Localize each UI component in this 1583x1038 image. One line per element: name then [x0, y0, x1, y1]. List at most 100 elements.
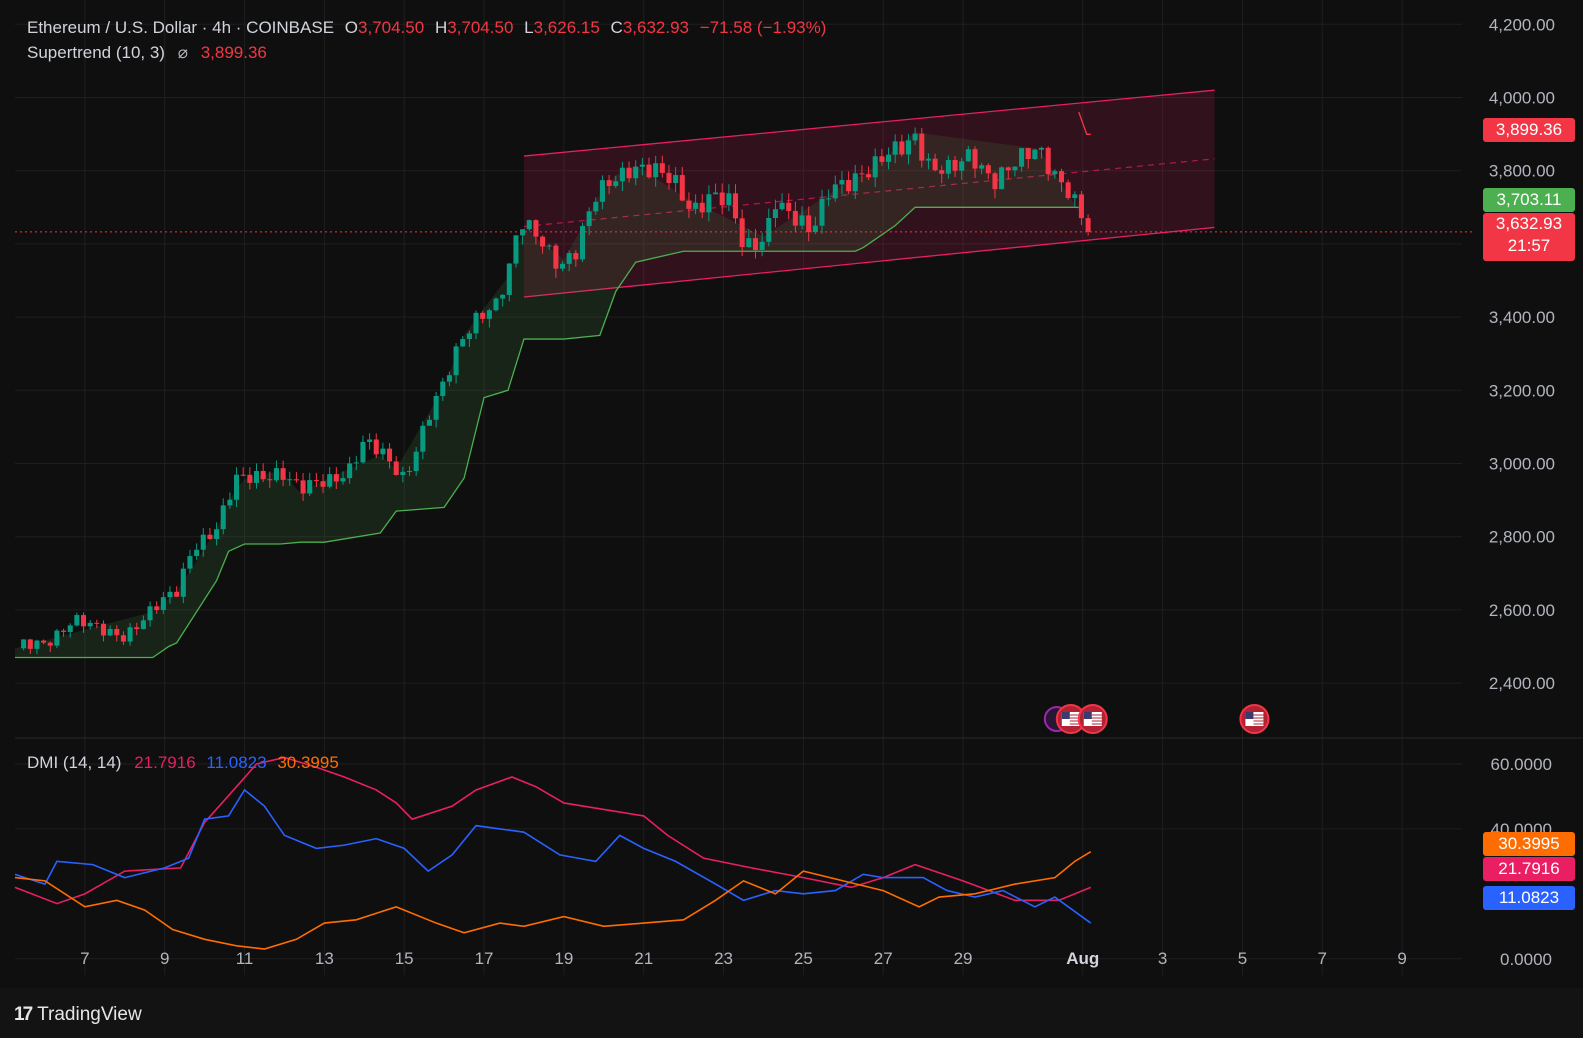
candle-body [560, 263, 566, 269]
price-tick-label: 2,800.00 [1489, 528, 1555, 547]
candle-body [905, 140, 912, 155]
plus-di-value: 21.7916 [134, 753, 196, 772]
candle-body [220, 505, 226, 530]
candle-body [426, 419, 433, 426]
candle-body [999, 167, 1005, 190]
candle-body [486, 310, 492, 319]
candle-body [200, 534, 206, 550]
time-tick-label: 17 [475, 949, 494, 968]
candle-body [114, 628, 120, 636]
candle-body [952, 159, 958, 171]
high-value: 3,704.50 [447, 18, 514, 37]
time-tick-label: 23 [714, 949, 733, 968]
brand-name: TradingView [37, 1004, 142, 1025]
candle-body [214, 529, 220, 540]
us-flag-icon [1245, 712, 1254, 719]
candle-body [540, 236, 546, 247]
candle-body [167, 591, 173, 598]
price-tick-label: 2,600.00 [1489, 601, 1555, 620]
candle-body [732, 193, 739, 219]
price-chart[interactable]: 4,200.004,000.003,800.003,600.003,400.00… [0, 0, 1583, 988]
candle-body [207, 534, 213, 540]
candle-body [1065, 182, 1071, 199]
supertrend-label: Supertrend (10, 3) [27, 43, 165, 62]
dmi-tick-label: 0.0000 [1500, 950, 1552, 969]
candle-body [766, 217, 772, 242]
candle-body [373, 439, 379, 455]
candle-body [287, 479, 293, 481]
candle-body [726, 193, 732, 206]
supertrend-legend[interactable]: Supertrend (10, 3) ⌀ 3,899.36 [27, 43, 267, 63]
candle-body [553, 245, 559, 269]
candle-body [1039, 147, 1045, 150]
candle-body [247, 474, 253, 483]
candle-body [899, 141, 905, 155]
candle-body [719, 192, 725, 206]
candle-body [925, 158, 931, 161]
candle-body [340, 478, 346, 482]
candle-body [619, 167, 625, 182]
candle-body [613, 181, 619, 186]
candle-body [1078, 194, 1084, 219]
time-tick-label: 15 [395, 949, 414, 968]
candle-body [280, 468, 286, 480]
tradingview-logo[interactable]: 17 TradingView [14, 1004, 142, 1026]
candle-body [885, 154, 892, 162]
candle-body [140, 620, 146, 630]
time-tick-label: 9 [1397, 949, 1406, 968]
candle-body [513, 235, 519, 264]
candle-body [21, 639, 27, 649]
candle-body [606, 180, 612, 186]
candle-body [912, 133, 918, 141]
candle-body [932, 158, 938, 171]
candle-body [174, 591, 180, 597]
adx-tag: 30.3995 [1483, 832, 1575, 856]
candle-body [939, 170, 945, 174]
time-tick-label: 7 [1318, 949, 1327, 968]
candle-body [779, 202, 785, 210]
candle-body [307, 480, 313, 494]
candle-body [460, 339, 466, 347]
candle-body [253, 470, 260, 483]
candle-body [400, 471, 406, 476]
candle-body [347, 463, 353, 479]
candle-body [686, 200, 692, 209]
candle-body [713, 192, 719, 195]
candle-body [879, 156, 885, 162]
price-axis: 4,200.004,000.003,800.003,600.003,400.00… [1489, 15, 1555, 693]
candle-body [1012, 166, 1018, 171]
candle-body [500, 294, 506, 299]
visibility-icon[interactable]: ⌀ [178, 43, 188, 62]
candle-body [127, 627, 133, 642]
candle-body [320, 481, 326, 487]
candle-body [699, 202, 705, 213]
candle-body [293, 479, 299, 481]
low-value: 3,626.15 [533, 18, 600, 37]
dmi-legend[interactable]: DMI (14, 14) 21.7916 11.0823 30.3995 [27, 753, 339, 773]
last-price-value: 3,632.93 [1495, 214, 1563, 233]
candle-body [599, 180, 605, 202]
candle-body [187, 556, 193, 569]
candle-body [992, 173, 998, 190]
chart-header: Ethereum / U.S. Dollar · 4h · COINBASE O… [27, 18, 826, 38]
last-price-tag: 3,632.93 21:57 [1483, 213, 1575, 261]
candle-body [41, 640, 47, 643]
candle-body [80, 615, 87, 627]
candle-body [806, 215, 812, 233]
candle-body [180, 568, 186, 597]
time-tick-label: 5 [1238, 949, 1247, 968]
candle-body [872, 156, 878, 178]
time-tick-label: 9 [160, 949, 169, 968]
candle-body [526, 220, 532, 230]
candle-body [832, 184, 838, 199]
candle-body [1052, 171, 1058, 175]
price-tick-label: 3,200.00 [1489, 381, 1555, 400]
supertrend-value: 3,899.36 [200, 43, 267, 62]
candle-body [633, 166, 639, 179]
candle-body [360, 441, 366, 463]
candle-body [260, 470, 266, 480]
candle-body [433, 395, 439, 420]
candle-body [134, 627, 140, 630]
time-tick-label: 29 [954, 949, 973, 968]
candle-body [327, 474, 333, 487]
